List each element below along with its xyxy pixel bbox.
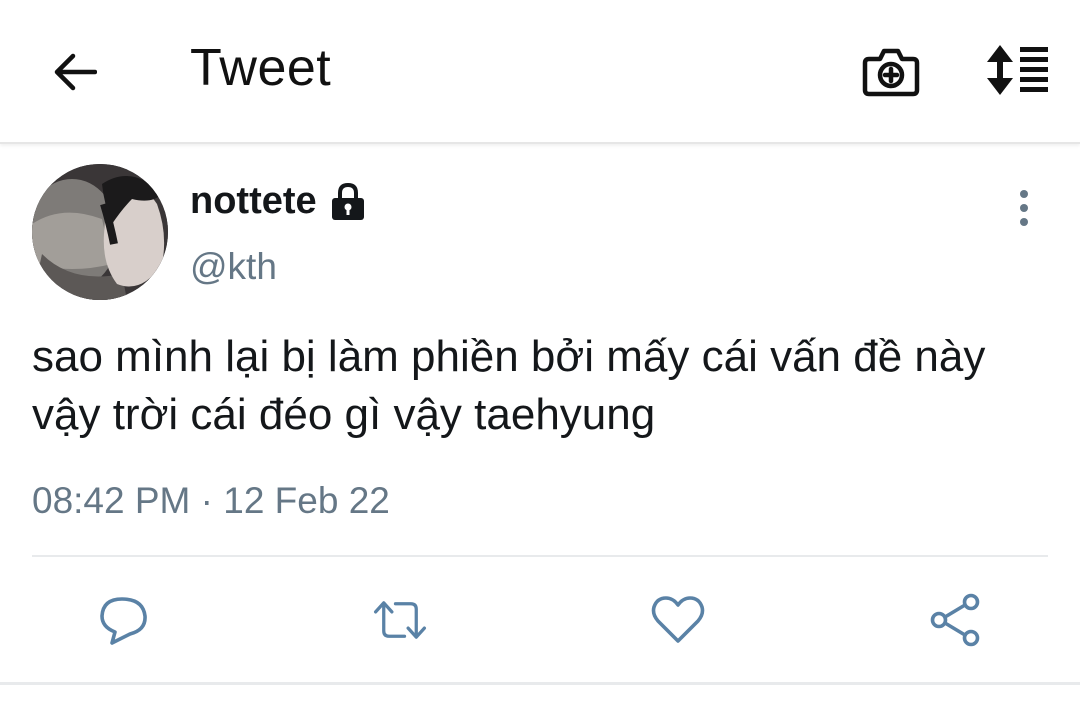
like-button[interactable] (650, 592, 706, 648)
bottom-divider (0, 682, 1080, 685)
sort-list-icon (987, 45, 1048, 95)
heart-icon (651, 596, 705, 643)
share-icon (930, 593, 980, 647)
page-title: Tweet (190, 39, 332, 97)
display-name: nottete (190, 180, 317, 222)
display-name-row[interactable]: nottete (190, 180, 367, 223)
tweet-text: sao mình lại bị làm phiền bởi mấy cái vấ… (32, 332, 986, 439)
camera-add-icon (862, 48, 920, 97)
sort-button[interactable] (982, 42, 1052, 98)
top-app-bar: Tweet (0, 0, 1080, 144)
avatar-photo (32, 164, 168, 300)
share-button[interactable] (928, 592, 984, 648)
back-button[interactable] (46, 44, 102, 100)
more-vertical-icon (1020, 190, 1028, 226)
retweet-icon (373, 601, 427, 639)
tweet-timestamp: 08:42 PM · 12 Feb 22 (32, 480, 390, 521)
avatar[interactable] (32, 164, 168, 300)
reply-button[interactable] (96, 592, 152, 648)
arrow-left-icon (54, 53, 97, 91)
camera-button[interactable] (862, 42, 920, 100)
user-handle[interactable]: @kth (190, 246, 277, 288)
lock-icon (331, 182, 364, 220)
retweet-button[interactable] (372, 592, 428, 648)
divider (32, 555, 1048, 557)
more-options-button[interactable] (1006, 186, 1042, 230)
reply-bubble-icon (100, 597, 147, 645)
